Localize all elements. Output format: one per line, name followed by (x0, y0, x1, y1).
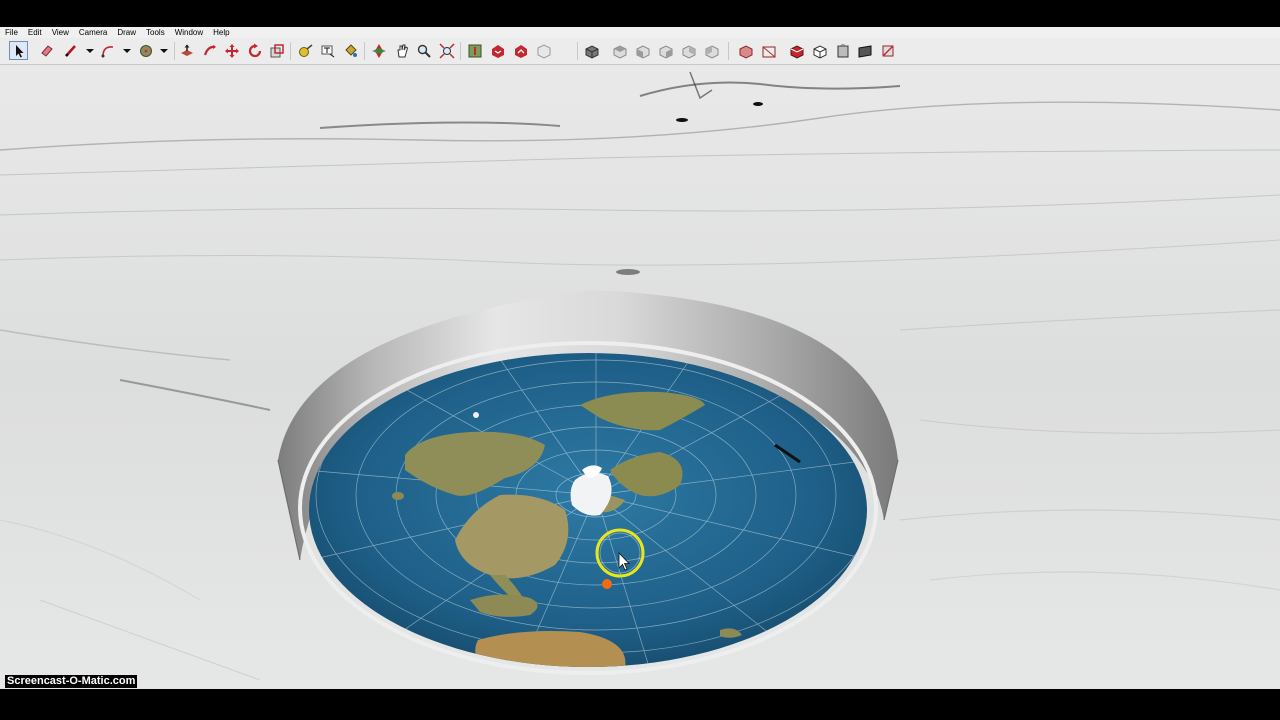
component-button[interactable] (534, 41, 553, 60)
follow-me-tool-button[interactable] (200, 41, 219, 60)
paint-bucket-tool-button[interactable] (341, 41, 360, 60)
shape-dropdown-button[interactable] (154, 41, 173, 60)
scale-tool-icon (270, 43, 284, 57)
right-view-button[interactable] (656, 41, 675, 60)
right-view-icon (659, 44, 672, 59)
move-tool-button[interactable] (222, 41, 241, 60)
xray-style-icon (739, 44, 752, 59)
menu-tools[interactable]: Tools (141, 27, 170, 38)
toolbar-separator (364, 42, 365, 60)
arc-tool-icon (101, 45, 113, 57)
chevron-down-icon (122, 48, 131, 53)
get-models-button[interactable] (488, 41, 507, 60)
toolbar-separator (290, 42, 291, 60)
textured-style-icon (837, 43, 848, 57)
menu-edit[interactable]: Edit (23, 27, 47, 38)
line-tool-button[interactable] (61, 41, 80, 60)
pan-tool-button[interactable] (392, 41, 411, 60)
shaded-style-button[interactable] (810, 41, 829, 60)
top-view-icon (613, 44, 626, 59)
select-tool-button[interactable] (9, 41, 28, 60)
wireframe-style-button[interactable] (759, 41, 778, 60)
menu-bar: File Edit View Camera Draw Tools Window Help (0, 27, 1280, 38)
edge-style-icon (881, 44, 894, 57)
3d-viewport[interactable] (0, 65, 1280, 689)
shape-tool-icon (139, 44, 152, 57)
xray-style-button[interactable] (736, 41, 755, 60)
eraser-tool-icon (40, 44, 53, 57)
chevron-down-icon (159, 48, 168, 53)
toolbar (0, 38, 1280, 65)
hidden-line-style-icon (790, 44, 803, 59)
menu-file[interactable]: File (0, 27, 23, 38)
orbit-tool-button[interactable] (369, 41, 388, 60)
left-view-button[interactable] (702, 41, 721, 60)
textured-style-button[interactable] (833, 41, 852, 60)
share-model-icon (514, 44, 527, 58)
zoom-extents-tool-icon (438, 42, 455, 59)
follow-me-tool-icon (203, 44, 216, 55)
top-black-bar (0, 0, 1280, 27)
tape-measure-tool-button[interactable] (296, 41, 315, 60)
edge-style-button[interactable] (878, 41, 897, 60)
rotate-tool-icon (248, 43, 261, 57)
iso-view-icon (585, 44, 598, 59)
move-tool-icon (224, 43, 239, 58)
zoom-tool-icon (417, 44, 431, 58)
screencast-watermark: Screencast-O-Matic.com (5, 675, 138, 688)
add-location-icon (468, 44, 481, 57)
tape-measure-tool-icon (298, 43, 312, 57)
wireframe-style-icon (762, 46, 775, 57)
line-dropdown-button[interactable] (80, 41, 99, 60)
arc-tool-button[interactable] (98, 41, 117, 60)
component-icon (537, 43, 550, 59)
scale-tool-button[interactable] (267, 41, 286, 60)
push-pull-tool-icon (180, 44, 193, 56)
front-view-button[interactable] (633, 41, 652, 60)
push-pull-tool-button[interactable] (177, 41, 196, 60)
toolbar-separator (728, 42, 729, 60)
menu-help[interactable]: Help (208, 27, 234, 38)
select-tool-icon (15, 44, 23, 57)
pan-tool-icon (396, 44, 408, 57)
shape-tool-button[interactable] (136, 41, 155, 60)
orbit-tool-icon (371, 43, 386, 58)
hidden-line-style-button[interactable] (787, 41, 806, 60)
monochrome-style-button[interactable] (855, 41, 874, 60)
zoom-extents-tool-button[interactable] (437, 41, 456, 60)
iso-view-button[interactable] (582, 41, 601, 60)
menu-view[interactable]: View (47, 27, 74, 38)
menu-window[interactable]: Window (170, 27, 208, 38)
get-models-icon (491, 44, 504, 58)
location-marker[interactable] (602, 579, 612, 589)
shaded-style-icon (813, 44, 826, 59)
paint-bucket-tool-icon (344, 43, 357, 57)
toolbar-separator (174, 42, 175, 60)
toolbar-separator (460, 42, 461, 60)
bottom-black-bar (0, 689, 1280, 720)
arc-dropdown-button[interactable] (117, 41, 136, 60)
line-tool-icon (64, 44, 76, 57)
text-tool-icon (321, 45, 334, 57)
chevron-down-icon (85, 48, 94, 53)
scene-canvas (0, 65, 1280, 689)
front-view-icon (636, 44, 649, 59)
back-view-icon (682, 44, 695, 59)
rotate-tool-button[interactable] (245, 41, 264, 60)
back-view-button[interactable] (679, 41, 698, 60)
menu-draw[interactable]: Draw (112, 27, 141, 38)
top-view-button[interactable] (610, 41, 629, 60)
left-view-icon (705, 44, 718, 59)
monochrome-style-icon (858, 44, 871, 58)
text-tool-button[interactable] (318, 41, 337, 60)
menu-camera[interactable]: Camera (74, 27, 112, 38)
toolbar-separator (577, 42, 578, 60)
add-location-button[interactable] (465, 41, 484, 60)
share-model-button[interactable] (511, 41, 530, 60)
eraser-tool-button[interactable] (37, 41, 56, 60)
zoom-tool-button[interactable] (414, 41, 433, 60)
